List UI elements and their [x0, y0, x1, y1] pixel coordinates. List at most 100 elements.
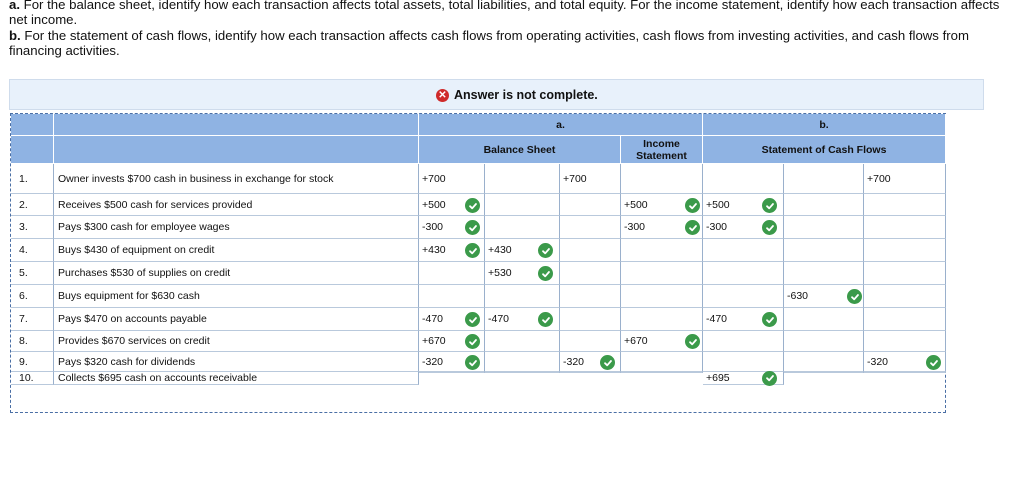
- answer-input-6[interactable]: [864, 194, 946, 216]
- answer-input-2[interactable]: -320: [560, 352, 621, 372]
- cell-text: 7.: [19, 313, 28, 325]
- answer-input-4[interactable]: [703, 331, 784, 352]
- answer-input-2[interactable]: [560, 372, 621, 373]
- answer-input-6[interactable]: [864, 216, 946, 239]
- transaction-description: Owner invests $700 cash in business in e…: [54, 164, 419, 194]
- answer-input-6[interactable]: [864, 308, 946, 331]
- answer-input-0[interactable]: -300: [419, 216, 485, 239]
- answer-input-6[interactable]: -320: [864, 352, 946, 372]
- answer-input-1[interactable]: [485, 285, 560, 308]
- answer-input-5[interactable]: [784, 216, 864, 239]
- row-number: 2.: [11, 194, 54, 216]
- answer-input-0[interactable]: +670: [419, 331, 485, 352]
- answer-input-6[interactable]: +700: [864, 164, 946, 194]
- answer-input-4[interactable]: [703, 164, 784, 194]
- answer-input-5[interactable]: [784, 194, 864, 216]
- cell-text: Income Statement: [636, 137, 687, 162]
- header-blank: [11, 114, 54, 136]
- answer-input-1[interactable]: [485, 194, 560, 216]
- answer-input-5[interactable]: [784, 239, 864, 262]
- answer-input-0[interactable]: [419, 372, 485, 373]
- answer-input-3[interactable]: +670: [621, 331, 703, 352]
- answer-input-6[interactable]: [864, 372, 946, 373]
- row-number: 7.: [11, 308, 54, 331]
- row-number: 10.: [11, 372, 54, 385]
- header-blank: [54, 136, 419, 164]
- answer-input-3[interactable]: -300: [621, 216, 703, 239]
- answer-input-5[interactable]: [784, 308, 864, 331]
- answer-input-2[interactable]: [560, 216, 621, 239]
- correct-check-icon: [465, 220, 480, 235]
- answer-input-0[interactable]: +700: [419, 164, 485, 194]
- answer-input-3[interactable]: [621, 308, 703, 331]
- answer-input-4[interactable]: [703, 285, 784, 308]
- answer-input-4[interactable]: +695: [703, 370, 784, 386]
- answer-input-4[interactable]: [703, 239, 784, 262]
- row-number: 4.: [11, 239, 54, 262]
- cell-text: -320: [563, 355, 585, 368]
- answer-input-2[interactable]: [560, 308, 621, 331]
- answer-input-4[interactable]: -470: [703, 308, 784, 331]
- cell-text: -300: [422, 221, 444, 233]
- answer-input-3[interactable]: [621, 239, 703, 262]
- transaction-description: Receives $500 cash for services provided: [54, 194, 419, 216]
- answer-input-5[interactable]: -630: [784, 285, 864, 308]
- answer-input-0[interactable]: [419, 262, 485, 285]
- answer-input-4[interactable]: +500: [703, 194, 784, 216]
- cell-text: -320: [867, 355, 889, 368]
- answer-input-6[interactable]: [864, 262, 946, 285]
- answer-input-3[interactable]: [621, 164, 703, 194]
- cell-text: Statement of Cash Flows: [761, 143, 887, 156]
- answer-input-2[interactable]: +700: [560, 164, 621, 194]
- answer-input-1[interactable]: -470: [485, 308, 560, 331]
- correct-check-icon: [600, 355, 615, 370]
- correct-check-icon: [538, 243, 553, 258]
- answer-input-3[interactable]: [621, 285, 703, 308]
- answer-input-2[interactable]: [560, 331, 621, 352]
- answer-input-5[interactable]: [784, 331, 864, 352]
- answer-input-1[interactable]: +430: [485, 239, 560, 262]
- row-number: 1.: [11, 164, 54, 194]
- transaction-description: Buys equipment for $630 cash: [54, 285, 419, 308]
- answer-input-2[interactable]: [560, 239, 621, 262]
- answer-input-6[interactable]: [864, 239, 946, 262]
- answer-input-5[interactable]: [784, 352, 864, 372]
- answer-input-1[interactable]: [485, 331, 560, 352]
- cell-text: +670: [624, 335, 648, 347]
- answer-input-3[interactable]: +500: [621, 194, 703, 216]
- correct-check-icon: [685, 334, 700, 349]
- cell-text: 4.: [19, 244, 28, 256]
- answer-input-1[interactable]: [485, 352, 560, 372]
- answer-input-4[interactable]: -300: [703, 216, 784, 239]
- answer-input-3[interactable]: [621, 262, 703, 285]
- answer-input-1[interactable]: [485, 216, 560, 239]
- answer-input-0[interactable]: +430: [419, 239, 485, 262]
- answer-input-5[interactable]: [784, 262, 864, 285]
- cell-text: +430: [488, 244, 512, 256]
- answer-input-6[interactable]: [864, 285, 946, 308]
- answer-input-6[interactable]: [864, 331, 946, 352]
- answer-input-4[interactable]: [703, 262, 784, 285]
- answer-input-2[interactable]: [560, 285, 621, 308]
- answer-input-0[interactable]: [419, 285, 485, 308]
- cell-text: 5.: [19, 267, 28, 279]
- cell-text: a.: [556, 118, 565, 131]
- transaction-description: Provides $670 services on credit: [54, 331, 419, 352]
- answer-input-5[interactable]: [784, 164, 864, 194]
- answer-input-0[interactable]: -320: [419, 352, 485, 372]
- row-number: 8.: [11, 331, 54, 352]
- answer-input-5[interactable]: [784, 372, 864, 373]
- answer-input-2[interactable]: [560, 194, 621, 216]
- answer-input-1[interactable]: [485, 164, 560, 194]
- cell-text: Collects $695 cash on accounts receivabl…: [58, 372, 258, 384]
- answer-input-0[interactable]: -470: [419, 308, 485, 331]
- answer-input-0[interactable]: +500: [419, 194, 485, 216]
- answer-input-2[interactable]: [560, 262, 621, 285]
- answer-input-3[interactable]: [621, 372, 703, 373]
- answer-input-4[interactable]: [703, 352, 784, 372]
- answer-input-3[interactable]: [621, 352, 703, 372]
- answer-input-1[interactable]: [485, 372, 560, 373]
- cell-text: -470: [422, 313, 444, 325]
- answer-input-1[interactable]: +530: [485, 262, 560, 285]
- cell-text: 10.: [19, 372, 34, 384]
